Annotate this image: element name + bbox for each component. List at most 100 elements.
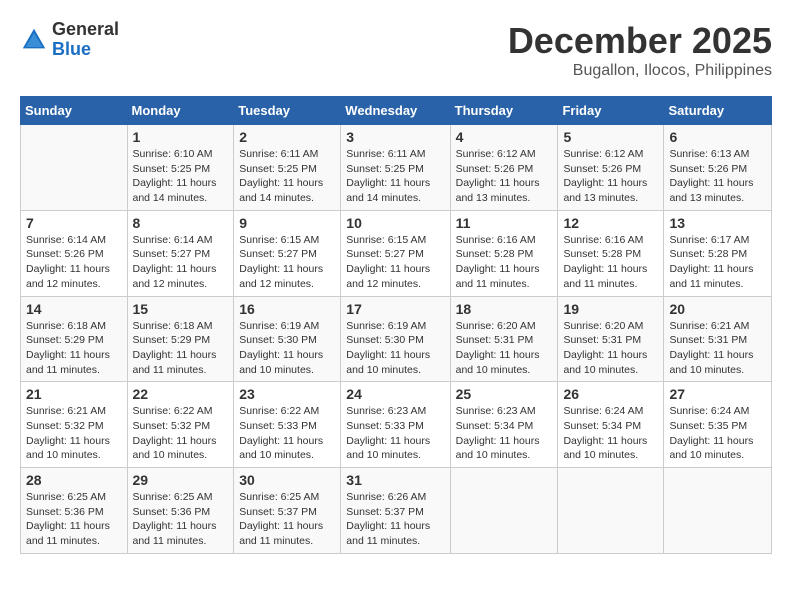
day-cell: 28 Sunrise: 6:25 AMSunset: 5:36 PMDayligh… xyxy=(21,468,128,554)
day-cell: 20 Sunrise: 6:21 AMSunset: 5:31 PMDayligh… xyxy=(664,296,772,382)
week-row-5: 28 Sunrise: 6:25 AMSunset: 5:36 PMDayligh… xyxy=(21,468,772,554)
day-number: 11 xyxy=(456,215,553,231)
calendar-table: SundayMondayTuesdayWednesdayThursdayFrid… xyxy=(20,96,772,554)
day-cell: 2 Sunrise: 6:11 AMSunset: 5:25 PMDaylight… xyxy=(234,125,341,211)
month-title: December 2025 xyxy=(508,20,772,62)
day-info: Sunrise: 6:24 AMSunset: 5:34 PMDaylight:… xyxy=(563,404,658,463)
day-info: Sunrise: 6:19 AMSunset: 5:30 PMDaylight:… xyxy=(239,319,335,378)
day-info: Sunrise: 6:12 AMSunset: 5:26 PMDaylight:… xyxy=(563,147,658,206)
day-number: 1 xyxy=(133,129,229,145)
title-block: December 2025 Bugallon, Ilocos, Philippi… xyxy=(508,20,772,80)
day-info: Sunrise: 6:14 AMSunset: 5:26 PMDaylight:… xyxy=(26,233,122,292)
day-cell: 5 Sunrise: 6:12 AMSunset: 5:26 PMDaylight… xyxy=(558,125,664,211)
day-cell: 1 Sunrise: 6:10 AMSunset: 5:25 PMDaylight… xyxy=(127,125,234,211)
day-number: 28 xyxy=(26,472,122,488)
day-number: 14 xyxy=(26,301,122,317)
day-info: Sunrise: 6:20 AMSunset: 5:31 PMDaylight:… xyxy=(563,319,658,378)
header-cell-monday: Monday xyxy=(127,97,234,125)
header-cell-tuesday: Tuesday xyxy=(234,97,341,125)
day-number: 6 xyxy=(669,129,766,145)
day-info: Sunrise: 6:18 AMSunset: 5:29 PMDaylight:… xyxy=(133,319,229,378)
calendar-header: SundayMondayTuesdayWednesdayThursdayFrid… xyxy=(21,97,772,125)
week-row-2: 7 Sunrise: 6:14 AMSunset: 5:26 PMDaylight… xyxy=(21,210,772,296)
day-info: Sunrise: 6:22 AMSunset: 5:32 PMDaylight:… xyxy=(133,404,229,463)
day-info: Sunrise: 6:18 AMSunset: 5:29 PMDaylight:… xyxy=(26,319,122,378)
day-info: Sunrise: 6:24 AMSunset: 5:35 PMDaylight:… xyxy=(669,404,766,463)
location: Bugallon, Ilocos, Philippines xyxy=(508,62,772,80)
day-info: Sunrise: 6:21 AMSunset: 5:31 PMDaylight:… xyxy=(669,319,766,378)
day-info: Sunrise: 6:10 AMSunset: 5:25 PMDaylight:… xyxy=(133,147,229,206)
day-info: Sunrise: 6:13 AMSunset: 5:26 PMDaylight:… xyxy=(669,147,766,206)
day-cell: 31 Sunrise: 6:26 AMSunset: 5:37 PMDayligh… xyxy=(341,468,450,554)
day-info: Sunrise: 6:20 AMSunset: 5:31 PMDaylight:… xyxy=(456,319,553,378)
day-number: 8 xyxy=(133,215,229,231)
day-info: Sunrise: 6:23 AMSunset: 5:33 PMDaylight:… xyxy=(346,404,444,463)
day-cell: 16 Sunrise: 6:19 AMSunset: 5:30 PMDayligh… xyxy=(234,296,341,382)
week-row-3: 14 Sunrise: 6:18 AMSunset: 5:29 PMDayligh… xyxy=(21,296,772,382)
day-cell: 14 Sunrise: 6:18 AMSunset: 5:29 PMDayligh… xyxy=(21,296,128,382)
day-info: Sunrise: 6:11 AMSunset: 5:25 PMDaylight:… xyxy=(239,147,335,206)
day-cell: 9Sunrise: 6:15 AMSunset: 5:27 PMDaylight… xyxy=(234,210,341,296)
day-number: 7 xyxy=(26,215,122,231)
day-info: Sunrise: 6:25 AMSunset: 5:36 PMDaylight:… xyxy=(26,490,122,549)
day-cell: 26 Sunrise: 6:24 AMSunset: 5:34 PMDayligh… xyxy=(558,382,664,468)
day-cell: 19Sunrise: 6:20 AMSunset: 5:31 PMDayligh… xyxy=(558,296,664,382)
week-row-4: 21 Sunrise: 6:21 AMSunset: 5:32 PMDayligh… xyxy=(21,382,772,468)
day-cell: 10Sunrise: 6:15 AMSunset: 5:27 PMDayligh… xyxy=(341,210,450,296)
day-number: 17 xyxy=(346,301,444,317)
logo-icon xyxy=(20,26,48,54)
day-cell: 11Sunrise: 6:16 AMSunset: 5:28 PMDayligh… xyxy=(450,210,558,296)
day-info: Sunrise: 6:19 AMSunset: 5:30 PMDaylight:… xyxy=(346,319,444,378)
day-number: 23 xyxy=(239,386,335,402)
day-number: 31 xyxy=(346,472,444,488)
day-cell: 30Sunrise: 6:25 AMSunset: 5:37 PMDayligh… xyxy=(234,468,341,554)
day-cell: 24Sunrise: 6:23 AMSunset: 5:33 PMDayligh… xyxy=(341,382,450,468)
day-cell: 8 Sunrise: 6:14 AMSunset: 5:27 PMDaylight… xyxy=(127,210,234,296)
header-cell-friday: Friday xyxy=(558,97,664,125)
day-cell: 6 Sunrise: 6:13 AMSunset: 5:26 PMDaylight… xyxy=(664,125,772,211)
day-info: Sunrise: 6:21 AMSunset: 5:32 PMDaylight:… xyxy=(26,404,122,463)
day-number: 16 xyxy=(239,301,335,317)
day-number: 20 xyxy=(669,301,766,317)
day-cell: 15 Sunrise: 6:18 AMSunset: 5:29 PMDayligh… xyxy=(127,296,234,382)
day-cell: 22Sunrise: 6:22 AMSunset: 5:32 PMDayligh… xyxy=(127,382,234,468)
day-info: Sunrise: 6:25 AMSunset: 5:37 PMDaylight:… xyxy=(239,490,335,549)
day-number: 10 xyxy=(346,215,444,231)
week-row-1: 1 Sunrise: 6:10 AMSunset: 5:25 PMDaylight… xyxy=(21,125,772,211)
day-number: 4 xyxy=(456,129,553,145)
day-info: Sunrise: 6:11 AMSunset: 5:25 PMDaylight:… xyxy=(346,147,444,206)
day-number: 2 xyxy=(239,129,335,145)
day-info: Sunrise: 6:12 AMSunset: 5:26 PMDaylight:… xyxy=(456,147,553,206)
day-info: Sunrise: 6:14 AMSunset: 5:27 PMDaylight:… xyxy=(133,233,229,292)
logo: General Blue xyxy=(20,20,119,60)
day-info: Sunrise: 6:22 AMSunset: 5:33 PMDaylight:… xyxy=(239,404,335,463)
day-cell xyxy=(450,468,558,554)
day-cell xyxy=(21,125,128,211)
day-number: 21 xyxy=(26,386,122,402)
day-cell: 13 Sunrise: 6:17 AMSunset: 5:28 PMDayligh… xyxy=(664,210,772,296)
day-cell: 12 Sunrise: 6:16 AMSunset: 5:28 PMDayligh… xyxy=(558,210,664,296)
day-info: Sunrise: 6:16 AMSunset: 5:28 PMDaylight:… xyxy=(563,233,658,292)
day-number: 13 xyxy=(669,215,766,231)
day-number: 5 xyxy=(563,129,658,145)
day-cell: 7 Sunrise: 6:14 AMSunset: 5:26 PMDaylight… xyxy=(21,210,128,296)
day-number: 29 xyxy=(133,472,229,488)
day-info: Sunrise: 6:23 AMSunset: 5:34 PMDaylight:… xyxy=(456,404,553,463)
day-cell: 3 Sunrise: 6:11 AMSunset: 5:25 PMDaylight… xyxy=(341,125,450,211)
day-number: 15 xyxy=(133,301,229,317)
day-number: 3 xyxy=(346,129,444,145)
logo-text: General Blue xyxy=(52,20,119,60)
page-header: General Blue December 2025 Bugallon, Ilo… xyxy=(20,20,772,80)
day-number: 25 xyxy=(456,386,553,402)
day-info: Sunrise: 6:26 AMSunset: 5:37 PMDaylight:… xyxy=(346,490,444,549)
day-cell xyxy=(558,468,664,554)
header-row: SundayMondayTuesdayWednesdayThursdayFrid… xyxy=(21,97,772,125)
day-cell: 17 Sunrise: 6:19 AMSunset: 5:30 PMDayligh… xyxy=(341,296,450,382)
header-cell-saturday: Saturday xyxy=(664,97,772,125)
day-cell: 29 Sunrise: 6:25 AMSunset: 5:36 PMDayligh… xyxy=(127,468,234,554)
day-info: Sunrise: 6:17 AMSunset: 5:28 PMDaylight:… xyxy=(669,233,766,292)
day-info: Sunrise: 6:25 AMSunset: 5:36 PMDaylight:… xyxy=(133,490,229,549)
day-number: 12 xyxy=(563,215,658,231)
day-number: 18 xyxy=(456,301,553,317)
day-number: 26 xyxy=(563,386,658,402)
